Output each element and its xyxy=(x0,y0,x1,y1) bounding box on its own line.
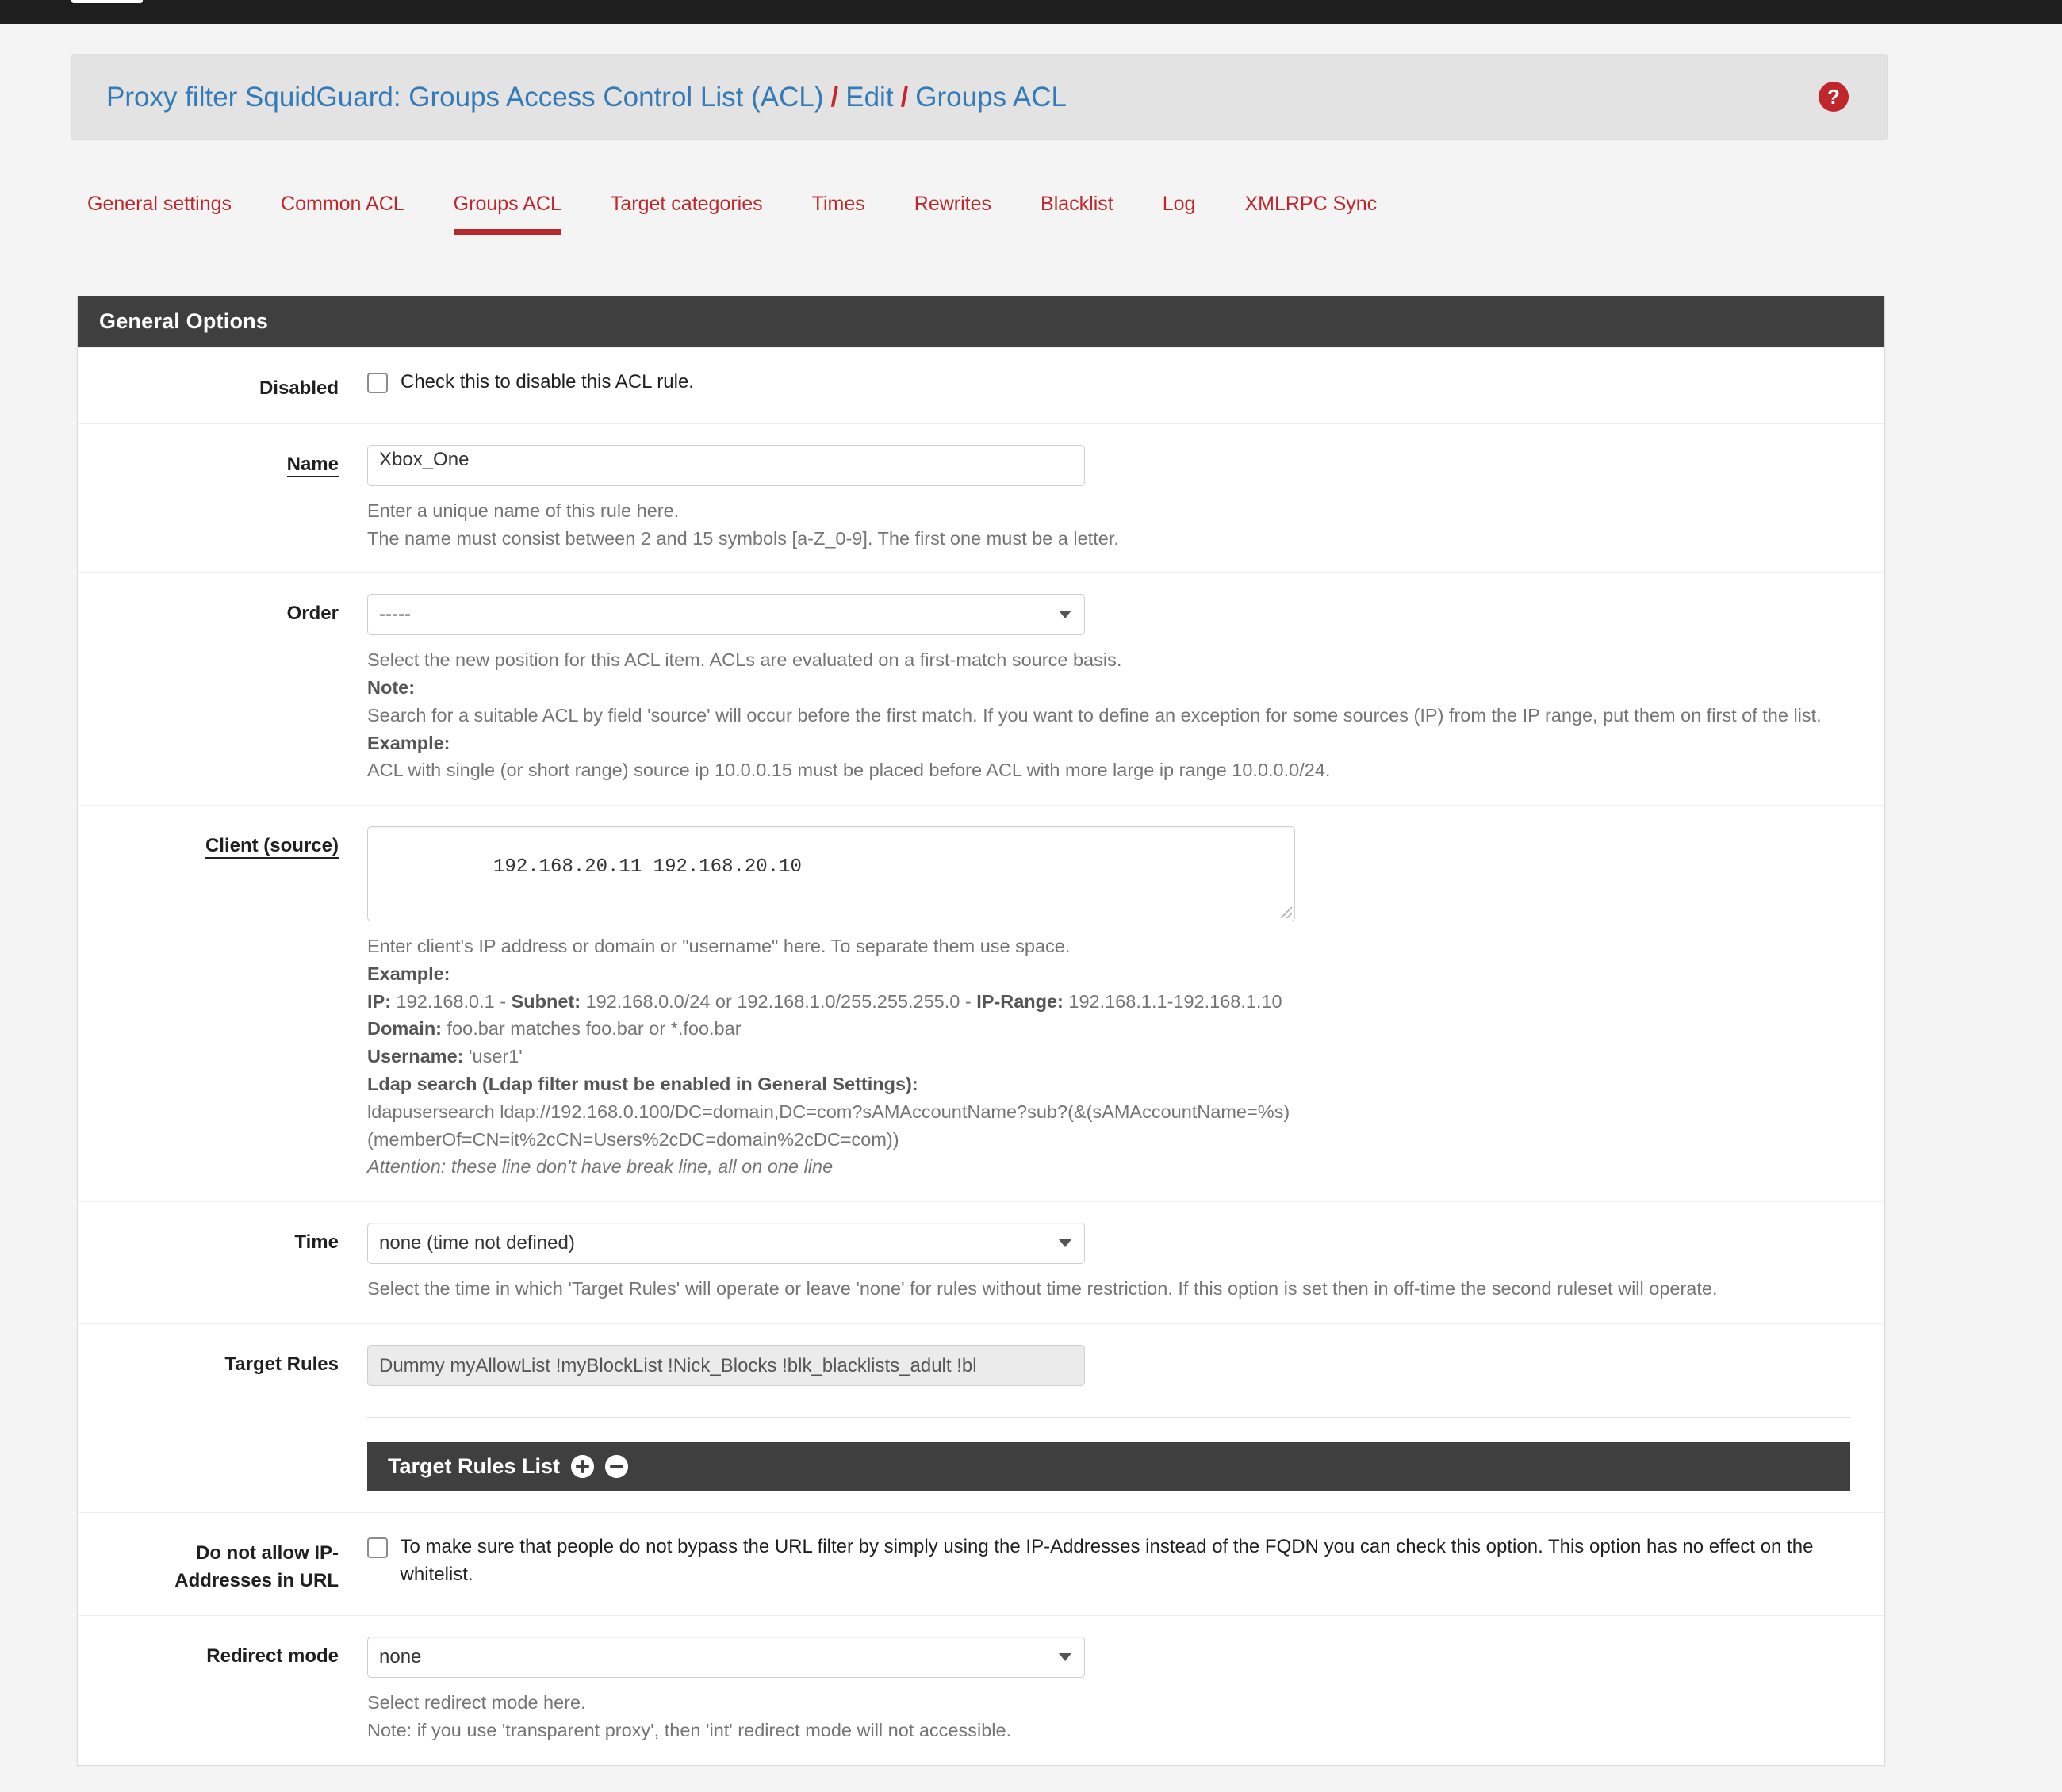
time-select[interactable]: none (time not defined) xyxy=(367,1223,1085,1265)
order-example-text: ACL with single (or short range) source … xyxy=(367,760,1331,781)
order-note-label: Note: xyxy=(367,677,416,699)
row-target-rules: Target Rules Dummy myAllowList !myBlockL… xyxy=(78,1323,1884,1512)
browser-tab-stub[interactable] xyxy=(71,0,143,3)
disabled-checkbox-label: Check this to disable this ACL rule. xyxy=(401,371,694,392)
target-rules-input[interactable]: Dummy myAllowList !myBlockList !Nick_Blo… xyxy=(367,1344,1085,1386)
tab-target-categories[interactable]: Target categories xyxy=(611,178,763,235)
client-source-help: Enter client's IP address or domain or "… xyxy=(367,932,1861,1181)
page-root: Proxy filter SquidGuard: Groups Access C… xyxy=(0,24,2062,1792)
client-example-label: Example: xyxy=(367,963,450,984)
redirect-mode-select-value: none xyxy=(379,1646,422,1668)
no-ip-in-url-checkbox[interactable] xyxy=(367,1537,388,1558)
name-help-line-2: The name must consist between 2 and 15 s… xyxy=(367,527,1119,549)
name-help: Enter a unique name of this rule here. T… xyxy=(367,497,1861,553)
name-help-line-1: Enter a unique name of this rule here. xyxy=(367,500,680,521)
time-select-value: none (time not defined) xyxy=(379,1232,575,1254)
client-domain-label: Domain: xyxy=(367,1018,442,1040)
order-select[interactable]: ----- xyxy=(367,594,1085,636)
row-time: Time none (time not defined) Select the … xyxy=(78,1201,1884,1323)
target-rules-divider xyxy=(367,1416,1850,1418)
tab-log[interactable]: Log xyxy=(1163,178,1196,235)
label-order: Order xyxy=(286,603,339,625)
client-iprange-value: 192.168.1.1-192.168.1.10 xyxy=(1063,990,1282,1012)
time-help-line-1: Select the time in which 'Target Rules' … xyxy=(367,1278,1718,1300)
row-client-source: Client (source) 192.168.20.11 192.168.20… xyxy=(78,805,1884,1201)
order-note-text: Search for a suitable ACL by field 'sour… xyxy=(367,704,1822,726)
tab-general-settings[interactable]: General settings xyxy=(87,178,232,235)
client-ip-value: 192.168.0.1 - xyxy=(391,990,512,1012)
minus-icon[interactable] xyxy=(605,1454,629,1478)
client-ldap-line-1: ldapusersearch ldap://192.168.0.100/DC=d… xyxy=(367,1101,1290,1122)
chevron-down-icon xyxy=(1059,611,1071,619)
tab-rewrites[interactable]: Rewrites xyxy=(914,178,991,235)
label-no-ip-in-url: Do not allow IP- Addresses in URL xyxy=(78,1534,367,1595)
label-no-ip-in-url-line-2: Addresses in URL xyxy=(174,1569,339,1591)
client-ldap-label: Ldap search (Ldap filter must be enabled… xyxy=(367,1073,918,1094)
tab-common-acl[interactable]: Common ACL xyxy=(281,178,404,235)
breadcrumb-item-root[interactable]: Proxy filter SquidGuard: Groups Access C… xyxy=(106,82,824,113)
breadcrumb: Proxy filter SquidGuard: Groups Access C… xyxy=(106,55,1067,140)
breadcrumb-item-edit[interactable]: Edit xyxy=(845,82,893,113)
client-domain-value: foo.bar matches foo.bar or *.foo.bar xyxy=(442,1018,742,1040)
client-ip-label: IP: xyxy=(367,990,392,1012)
panel-header-title: General Options xyxy=(78,296,1884,347)
client-source-value: 192.168.20.11 192.168.20.10 xyxy=(493,856,802,879)
row-redirect-mode: Redirect mode none Select redirect mode … xyxy=(78,1615,1884,1765)
browser-chrome-strip xyxy=(0,0,2062,24)
target-rules-list-header: Target Rules List xyxy=(367,1441,1850,1491)
resize-grip-icon[interactable] xyxy=(1281,907,1292,919)
client-source-textarea[interactable]: 192.168.20.11 192.168.20.10 xyxy=(367,826,1295,922)
redirect-mode-help-line-1: Select redirect mode here. xyxy=(367,1692,586,1714)
client-ldap-line-2: (memberOf=CN=it%2cCN=Users%2cDC=domain%2… xyxy=(367,1128,899,1150)
client-iprange-label: IP-Range: xyxy=(976,990,1064,1012)
breadcrumb-separator: / xyxy=(830,82,839,113)
order-select-value: ----- xyxy=(379,603,411,626)
client-attention-note: Attention: these line don't have break l… xyxy=(367,1156,834,1177)
help-icon[interactable]: ? xyxy=(1819,82,1849,112)
client-help-line-1: Enter client's IP address or domain or "… xyxy=(367,936,1071,957)
label-target-rules: Target Rules xyxy=(224,1353,339,1375)
label-disabled: Disabled xyxy=(259,377,339,399)
client-subnet-label: Subnet: xyxy=(511,990,581,1012)
order-help: Select the new position for this ACL ite… xyxy=(367,646,1861,784)
row-no-ip-in-url: Do not allow IP- Addresses in URL To mak… xyxy=(78,1511,1884,1616)
redirect-mode-select[interactable]: none xyxy=(367,1637,1085,1679)
chevron-down-icon xyxy=(1059,1653,1071,1662)
order-help-line-1: Select the new position for this ACL ite… xyxy=(367,649,1122,671)
label-redirect-mode: Redirect mode xyxy=(206,1645,339,1668)
name-input[interactable]: Xbox_One xyxy=(367,444,1085,486)
label-name: Name xyxy=(78,445,367,553)
client-subnet-value: 192.168.0.0/24 or 192.168.1.0/255.255.25… xyxy=(581,990,977,1012)
tab-bar: General settings Common ACL Groups ACL T… xyxy=(87,178,1895,250)
client-username-value: 'user1' xyxy=(463,1046,523,1067)
general-options-panel: General Options Disabled Check this to d… xyxy=(77,296,1885,1766)
label-client-source: Client (source) xyxy=(78,826,367,1181)
target-rules-list-title: Target Rules List xyxy=(388,1453,561,1478)
tab-times[interactable]: Times xyxy=(812,178,865,235)
row-name: Name Xbox_One Enter a unique name of thi… xyxy=(78,423,1884,573)
plus-icon[interactable] xyxy=(571,1454,595,1478)
row-disabled: Disabled Check this to disable this ACL … xyxy=(78,347,1884,423)
time-help: Select the time in which 'Target Rules' … xyxy=(367,1275,1861,1303)
redirect-mode-help-line-2: Note: if you use 'transparent proxy', th… xyxy=(367,1720,1012,1741)
breadcrumb-card: Proxy filter SquidGuard: Groups Access C… xyxy=(71,54,1888,140)
tab-xmlrpc-sync[interactable]: XMLRPC Sync xyxy=(1244,178,1377,235)
no-ip-in-url-checkbox-label: To make sure that people do not bypass t… xyxy=(400,1535,1814,1585)
label-no-ip-in-url-line-1: Do not allow IP- xyxy=(196,1541,339,1564)
chevron-down-icon xyxy=(1059,1239,1071,1248)
tab-groups-acl[interactable]: Groups ACL xyxy=(453,178,562,235)
order-example-label: Example: xyxy=(367,732,450,753)
disabled-checkbox[interactable] xyxy=(367,373,388,393)
redirect-mode-help: Select redirect mode here. Note: if you … xyxy=(367,1689,1861,1744)
breadcrumb-item-current[interactable]: Groups ACL xyxy=(915,82,1067,113)
client-username-label: Username: xyxy=(367,1046,464,1067)
row-order: Order ----- Select the new position for … xyxy=(78,572,1884,805)
label-time: Time xyxy=(294,1231,339,1254)
breadcrumb-separator: / xyxy=(900,82,909,113)
tab-blacklist[interactable]: Blacklist xyxy=(1041,178,1113,235)
